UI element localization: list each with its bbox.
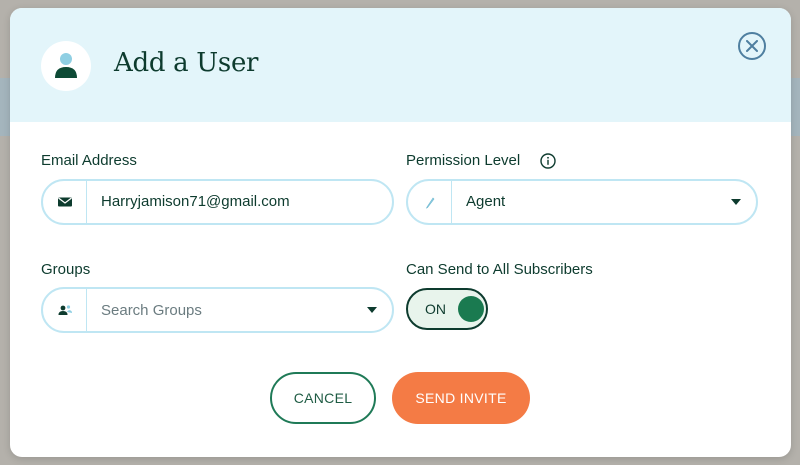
groups-prefix bbox=[43, 289, 87, 331]
groups-search-select[interactable]: Search Groups bbox=[41, 287, 394, 333]
permission-prefix bbox=[408, 181, 452, 223]
send-all-label: Can Send to All Subscribers bbox=[406, 261, 593, 278]
email-value: Harryjamison71@gmail.com bbox=[101, 193, 290, 210]
close-button[interactable] bbox=[738, 32, 766, 60]
email-field[interactable]: Harryjamison71@gmail.com bbox=[41, 179, 394, 225]
cancel-button[interactable]: CANCEL bbox=[270, 372, 376, 424]
chevron-down-icon bbox=[731, 199, 741, 205]
chevron-down-icon bbox=[367, 307, 377, 313]
close-icon bbox=[746, 40, 758, 52]
toggle-state-label: ON bbox=[425, 301, 446, 317]
modal-title: Add a User bbox=[114, 48, 259, 78]
toggle-knob bbox=[458, 296, 484, 322]
info-icon[interactable] bbox=[540, 153, 556, 169]
pencil-icon bbox=[425, 197, 435, 209]
add-user-modal: Add a User Email Address Harryjamison71@… bbox=[10, 8, 791, 457]
send-invite-button[interactable]: SEND INVITE bbox=[392, 372, 530, 424]
permission-value: Agent bbox=[466, 193, 506, 210]
permission-label: Permission Level bbox=[406, 152, 521, 169]
email-label: Email Address bbox=[41, 152, 137, 169]
groups-label: Groups bbox=[41, 261, 91, 278]
groups-placeholder: Search Groups bbox=[101, 302, 202, 319]
email-prefix bbox=[43, 181, 87, 223]
envelope-icon bbox=[58, 197, 72, 207]
permission-select[interactable]: Agent bbox=[406, 179, 758, 225]
send-all-toggle[interactable]: ON bbox=[406, 288, 488, 330]
user-group-icon bbox=[58, 305, 72, 315]
user-avatar-icon bbox=[41, 41, 91, 91]
modal-header: Add a User bbox=[10, 8, 791, 122]
